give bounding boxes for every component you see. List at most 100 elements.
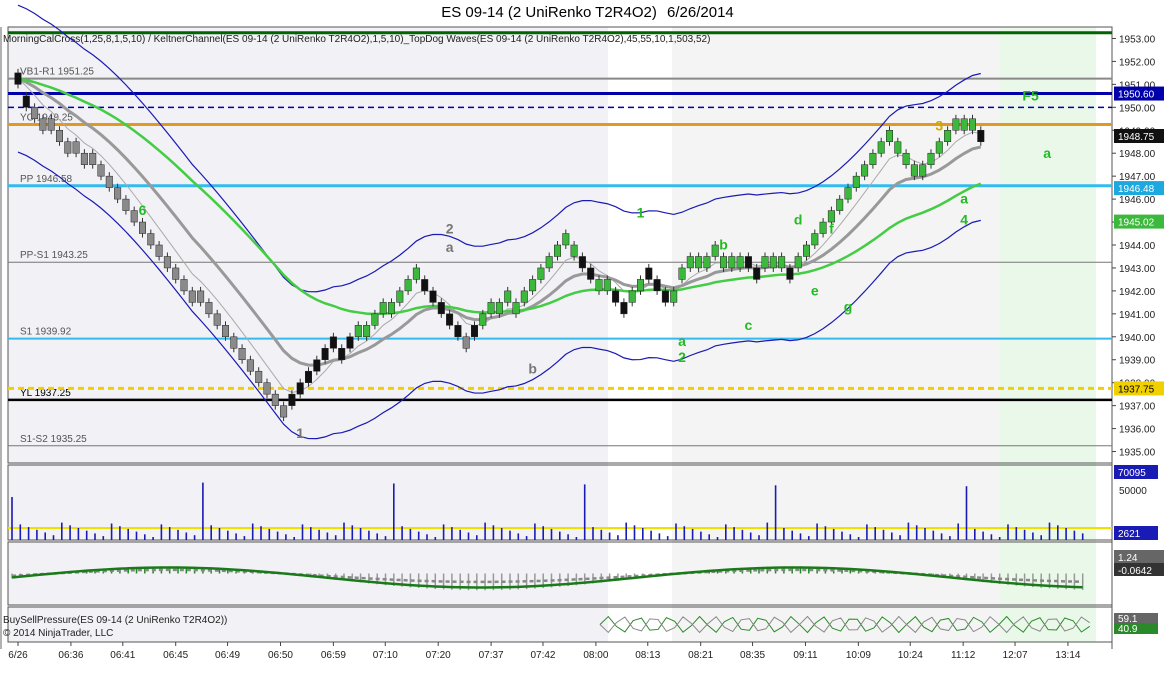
wave-label: 3	[935, 117, 943, 133]
candle	[429, 290, 437, 303]
time-tick-label: 09:11	[793, 650, 818, 661]
time-tick-label: 06:41	[110, 650, 135, 661]
wave-label: d	[794, 211, 803, 227]
candle	[296, 382, 304, 395]
candle	[819, 221, 827, 234]
wave-label: 1	[637, 204, 645, 220]
candle	[313, 359, 321, 372]
candle	[587, 267, 595, 280]
time-tick-label: 07:20	[426, 650, 451, 661]
candle	[637, 279, 644, 292]
wave-label: 1	[296, 425, 304, 441]
candle	[902, 152, 910, 165]
candle	[545, 256, 553, 269]
level-label: VB1-R1 1951.25	[20, 67, 94, 78]
candle	[803, 244, 810, 257]
candle	[886, 130, 893, 142]
candle	[147, 233, 155, 246]
candle	[753, 267, 761, 280]
candle	[155, 244, 163, 257]
candle	[487, 302, 495, 315]
candle	[72, 141, 80, 154]
time-tick-label: 11:12	[951, 650, 976, 661]
price-tag-label: 1948.75	[1118, 132, 1155, 143]
candle	[554, 244, 561, 257]
candle	[139, 221, 146, 234]
price-tick-label: 1936.00	[1119, 425, 1156, 436]
candle	[329, 336, 337, 349]
candle	[670, 290, 678, 303]
wave-label: c	[745, 317, 753, 333]
price-tick-label: 1944.00	[1119, 241, 1156, 252]
candle	[64, 141, 72, 154]
candle	[479, 313, 487, 326]
candle	[952, 118, 960, 131]
candle	[338, 348, 346, 360]
candle	[728, 256, 736, 269]
volume-tag-label: 2621	[1118, 529, 1141, 540]
time-tick-label: 08:13	[635, 650, 660, 661]
candle	[769, 256, 777, 269]
price-tag-label: 1937.75	[1118, 384, 1155, 395]
candle	[661, 290, 669, 303]
candle	[205, 302, 213, 315]
candle	[744, 256, 752, 269]
time-tick-label: 07:37	[479, 650, 504, 661]
time-tick-label: 12:07	[1003, 650, 1028, 661]
candle	[246, 359, 254, 372]
candle	[396, 290, 404, 303]
chart-canvas[interactable]: 1953.001952.001951.001950.001949.001948.…	[0, 0, 1175, 687]
candle	[114, 187, 122, 200]
level-label: PP-S1 1943.25	[20, 250, 88, 261]
candle	[354, 325, 362, 338]
candle	[371, 313, 379, 326]
candle	[97, 164, 105, 177]
price-tick-label: 1939.00	[1119, 356, 1156, 367]
candle	[31, 107, 39, 120]
time-tick-label: 08:35	[740, 650, 765, 661]
price-tag-label: 1945.02	[1118, 218, 1155, 229]
candle	[197, 290, 205, 303]
candle	[462, 336, 470, 349]
wave-label: 6	[139, 202, 147, 218]
candle	[412, 267, 420, 280]
candle	[437, 302, 445, 315]
candle	[595, 279, 603, 292]
candle	[22, 95, 30, 108]
candle	[529, 279, 537, 292]
candle	[230, 336, 238, 349]
macd-tag-label: -0.0642	[1118, 566, 1152, 577]
price-tick-label: 1946.00	[1119, 195, 1156, 206]
candle	[919, 164, 927, 177]
candle	[263, 382, 271, 395]
candle	[80, 152, 88, 165]
candle	[695, 256, 703, 269]
level-label: YC 1949.25	[20, 113, 73, 124]
candle	[869, 152, 877, 165]
candle	[363, 325, 371, 338]
wave-label: F5	[1022, 87, 1039, 103]
time-tick-label: 10:24	[898, 650, 923, 661]
price-tick-label: 1952.00	[1119, 57, 1156, 68]
price-tick-label: 1950.00	[1119, 103, 1156, 114]
candle	[504, 290, 512, 303]
candle	[678, 267, 686, 280]
time-tick-label: 07:10	[373, 650, 398, 661]
candle	[404, 279, 412, 292]
price-tag-label: 1946.48	[1118, 184, 1155, 195]
candle	[122, 198, 130, 211]
candle	[379, 302, 387, 315]
price-tag-label: 1950.60	[1118, 90, 1155, 101]
candle	[346, 336, 354, 349]
candle	[628, 290, 636, 303]
candle	[520, 290, 528, 303]
session-shade-1	[8, 27, 608, 642]
candle	[969, 118, 976, 131]
price-tick-label: 1943.00	[1119, 264, 1156, 275]
candle	[977, 130, 985, 142]
candle	[944, 130, 952, 142]
candle	[612, 290, 620, 303]
level-label: S1-S2 1935.25	[20, 434, 87, 445]
candle	[603, 279, 611, 292]
wave-label: a	[960, 191, 968, 207]
